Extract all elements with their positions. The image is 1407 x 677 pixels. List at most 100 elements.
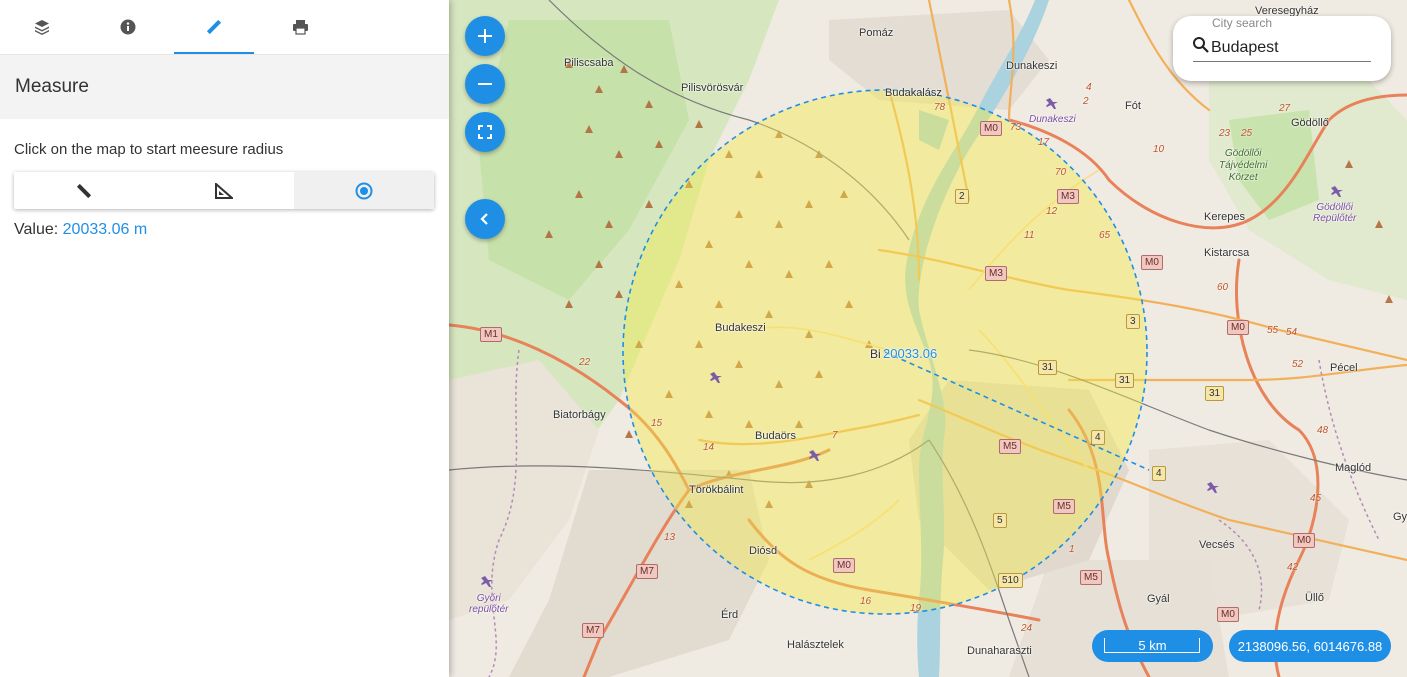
- route-shield: M3: [1057, 189, 1079, 204]
- road-number: 22: [579, 357, 591, 368]
- zoom-out-button[interactable]: [465, 64, 505, 104]
- sidebar: Measure Click on the map to start meesur…: [0, 0, 449, 677]
- road-number: 4: [1086, 82, 1092, 93]
- search-underline: [1193, 61, 1371, 62]
- place-label: Törökbálint: [689, 484, 744, 496]
- road-number: 2: [1083, 96, 1089, 107]
- road-number: 19: [910, 603, 922, 614]
- zoom-in-button[interactable]: [465, 16, 505, 56]
- road-number: 7: [832, 430, 838, 441]
- place-label: Budaörs: [755, 430, 796, 442]
- measure-value-row: Value: 20033.06 m: [14, 221, 147, 239]
- road-number: 1: [1069, 544, 1075, 555]
- route-shield: M7: [582, 623, 604, 638]
- ruler-icon: [76, 183, 92, 198]
- place-label: Fót: [1125, 100, 1141, 112]
- road-number: 45: [1310, 493, 1322, 504]
- route-shield: M3: [985, 266, 1007, 281]
- tab-layers[interactable]: [2, 0, 82, 54]
- place-label: Piliscsaba: [564, 57, 614, 69]
- panel-title: Measure: [0, 55, 449, 119]
- road-number: 60: [1217, 282, 1229, 293]
- road-number: 14: [703, 442, 715, 453]
- place-label: Gy: [1393, 511, 1407, 523]
- place-label: Pécel: [1330, 362, 1358, 374]
- collapse-sidebar-button[interactable]: [465, 199, 505, 239]
- place-label: Budakeszi: [715, 322, 766, 334]
- place-label: Gödöllő: [1291, 117, 1329, 129]
- place-label: Győri repülőtér: [469, 593, 509, 615]
- value-label: Value:: [14, 221, 59, 238]
- print-icon: [292, 20, 308, 35]
- place-label: Pomáz: [859, 27, 894, 39]
- route-shield: M1: [480, 327, 502, 342]
- layers-icon: [35, 20, 49, 35]
- route-shield: 510: [998, 573, 1023, 588]
- route-shield: M0: [1217, 607, 1239, 622]
- set-square-icon: [215, 182, 233, 199]
- place-label: Maglód: [1335, 462, 1372, 474]
- place-label: Gödöllői Repülőtér: [1313, 202, 1357, 224]
- scale-label: 5 km: [1138, 637, 1167, 653]
- road-number: 25: [1241, 128, 1253, 139]
- route-shield: 4: [1152, 466, 1166, 481]
- tab-measure[interactable]: [174, 0, 254, 54]
- road-number: 55: [1267, 325, 1279, 336]
- road-number: 65: [1099, 230, 1111, 241]
- plus-icon: [478, 29, 492, 43]
- road-number: 24: [1021, 623, 1033, 634]
- tab-info[interactable]: [88, 0, 168, 54]
- route-shield: M0: [980, 121, 1002, 136]
- road-number: 48: [1317, 425, 1329, 436]
- road-number: 17: [1038, 137, 1050, 148]
- measure-area-button[interactable]: [154, 172, 294, 209]
- route-shield: 31: [1205, 386, 1225, 401]
- road-number: 23: [1219, 128, 1231, 139]
- place-label: Dunakeszi: [1006, 60, 1058, 72]
- place-label: Dunakeszi: [1029, 114, 1076, 125]
- route-shield: M7: [636, 564, 658, 579]
- city-search-input[interactable]: [1211, 36, 1371, 60]
- place-label: Üllő: [1305, 592, 1324, 604]
- road-number: 52: [1292, 359, 1304, 370]
- place-label: Kistarcsa: [1204, 247, 1250, 259]
- measure-distance-button[interactable]: [14, 172, 154, 209]
- place-label: Pilisvörösvár: [681, 82, 744, 94]
- route-shield: M5: [1053, 499, 1075, 514]
- tab-print[interactable]: [260, 0, 340, 54]
- place-label: Vecsés: [1199, 539, 1235, 551]
- place-label: Halásztelek: [787, 639, 844, 651]
- route-shield: M5: [999, 439, 1021, 454]
- place-label: Budakalász: [885, 87, 942, 99]
- road-number: 16: [860, 596, 872, 607]
- info-icon: [120, 19, 136, 35]
- place-label: Bi: [870, 347, 881, 361]
- coordinates-display: 2138096.56, 6014676.88: [1229, 630, 1391, 662]
- road-number: 78: [934, 102, 946, 113]
- minus-icon: [478, 83, 492, 85]
- route-shield: M0: [1227, 320, 1249, 335]
- road-number: 13: [664, 532, 676, 543]
- road-number: 73: [1010, 122, 1022, 133]
- route-shield: M0: [833, 558, 855, 573]
- route-shield: 3: [1126, 314, 1140, 329]
- place-label: Gyál: [1147, 593, 1170, 605]
- measure-radius-button[interactable]: [294, 172, 434, 209]
- map-canvas[interactable]: [449, 0, 1407, 677]
- fullscreen-button[interactable]: [465, 112, 505, 152]
- search-icon: [1193, 37, 1209, 53]
- route-shield: 4: [1091, 430, 1105, 445]
- route-shield: 31: [1038, 360, 1058, 375]
- road-number: 54: [1286, 327, 1298, 338]
- place-label: Dunaharaszti: [967, 645, 1032, 657]
- place-label: Gödöllői Tájvédelmi Körzet: [1219, 148, 1268, 183]
- map[interactable]: Pomáz Piliscsaba Pilisvörösvár Budakalás…: [449, 0, 1407, 677]
- road-number: 42: [1287, 562, 1299, 573]
- road-number: 10: [1153, 144, 1165, 155]
- measure-hint: Click on the map to start meesure radius: [14, 141, 284, 158]
- road-number: 70: [1055, 167, 1067, 178]
- measure-mode-bar: [14, 172, 434, 209]
- route-shield: M5: [1080, 570, 1102, 585]
- measure-value: 20033.06 m: [62, 221, 148, 238]
- place-label: Érd: [721, 609, 739, 621]
